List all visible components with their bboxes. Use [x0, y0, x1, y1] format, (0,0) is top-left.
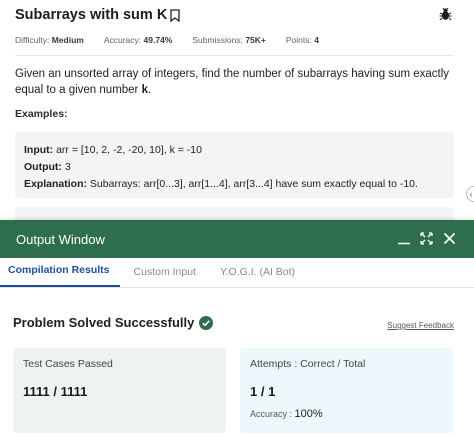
- suggest-feedback-link[interactable]: Suggest Feedback: [387, 321, 454, 330]
- output-tabs: Compilation Results Custom Input Y.O.G.I…: [0, 258, 474, 288]
- bug-icon[interactable]: [439, 7, 452, 21]
- points: Points: 4: [285, 35, 319, 45]
- submissions: Submissions: 75K+: [192, 35, 266, 45]
- divider: [15, 55, 454, 56]
- output-window: Output Window Compilation Results Custom…: [0, 220, 474, 437]
- attempts-value: 1 / 1: [250, 384, 276, 399]
- example-1: Input: arr = [10, 2, -2, -20, 10], k = -…: [15, 132, 454, 198]
- close-icon[interactable]: [443, 232, 456, 245]
- expand-icon[interactable]: [420, 231, 433, 245]
- check-circle-icon: [199, 315, 214, 330]
- test-cases-card: Test Cases Passed 1111 / 1111: [13, 348, 226, 433]
- accuracy-row: Accuracy : 100%: [250, 408, 323, 420]
- attempts-label: Attempts : Correct / Total: [250, 358, 366, 370]
- tab-yogi-ai-bot[interactable]: Y.O.G.I. (AI Bot): [210, 257, 305, 287]
- output-window-header: Output Window: [0, 220, 474, 258]
- minimize-icon[interactable]: [398, 231, 410, 245]
- window-controls: [388, 231, 456, 245]
- status-row: Problem Solved Successfully: [13, 315, 214, 330]
- problem-title: Subarrays with sum K: [15, 7, 168, 23]
- examples-heading: Examples:: [15, 108, 68, 120]
- problem-description: Given an unsorted array of integers, fin…: [15, 68, 450, 96]
- problem-meta: Difficulty: Medium Accuracy: 49.74% Subm…: [15, 35, 339, 45]
- accuracy: Accuracy: 49.74%: [103, 35, 173, 45]
- problem-panel: Subarrays with sum K Difficulty: Medium …: [0, 0, 474, 240]
- difficulty: Difficulty: Medium: [15, 35, 84, 45]
- title-row: Subarrays with sum K: [15, 7, 180, 23]
- chevron-left-icon[interactable]: ‹: [466, 186, 474, 202]
- accuracy-value: 100%: [294, 408, 323, 420]
- attempts-card: Attempts : Correct / Total 1 / 1 Accurac…: [240, 348, 453, 433]
- status-text: Problem Solved Successfully: [13, 315, 195, 330]
- test-cases-value: 1111 / 1111: [23, 384, 88, 399]
- output-window-title: Output Window: [16, 231, 105, 247]
- test-cases-label: Test Cases Passed: [23, 358, 113, 370]
- tab-custom-input[interactable]: Custom Input: [124, 257, 206, 287]
- bookmark-icon[interactable]: [170, 8, 180, 22]
- tab-compilation-results[interactable]: Compilation Results: [0, 257, 120, 287]
